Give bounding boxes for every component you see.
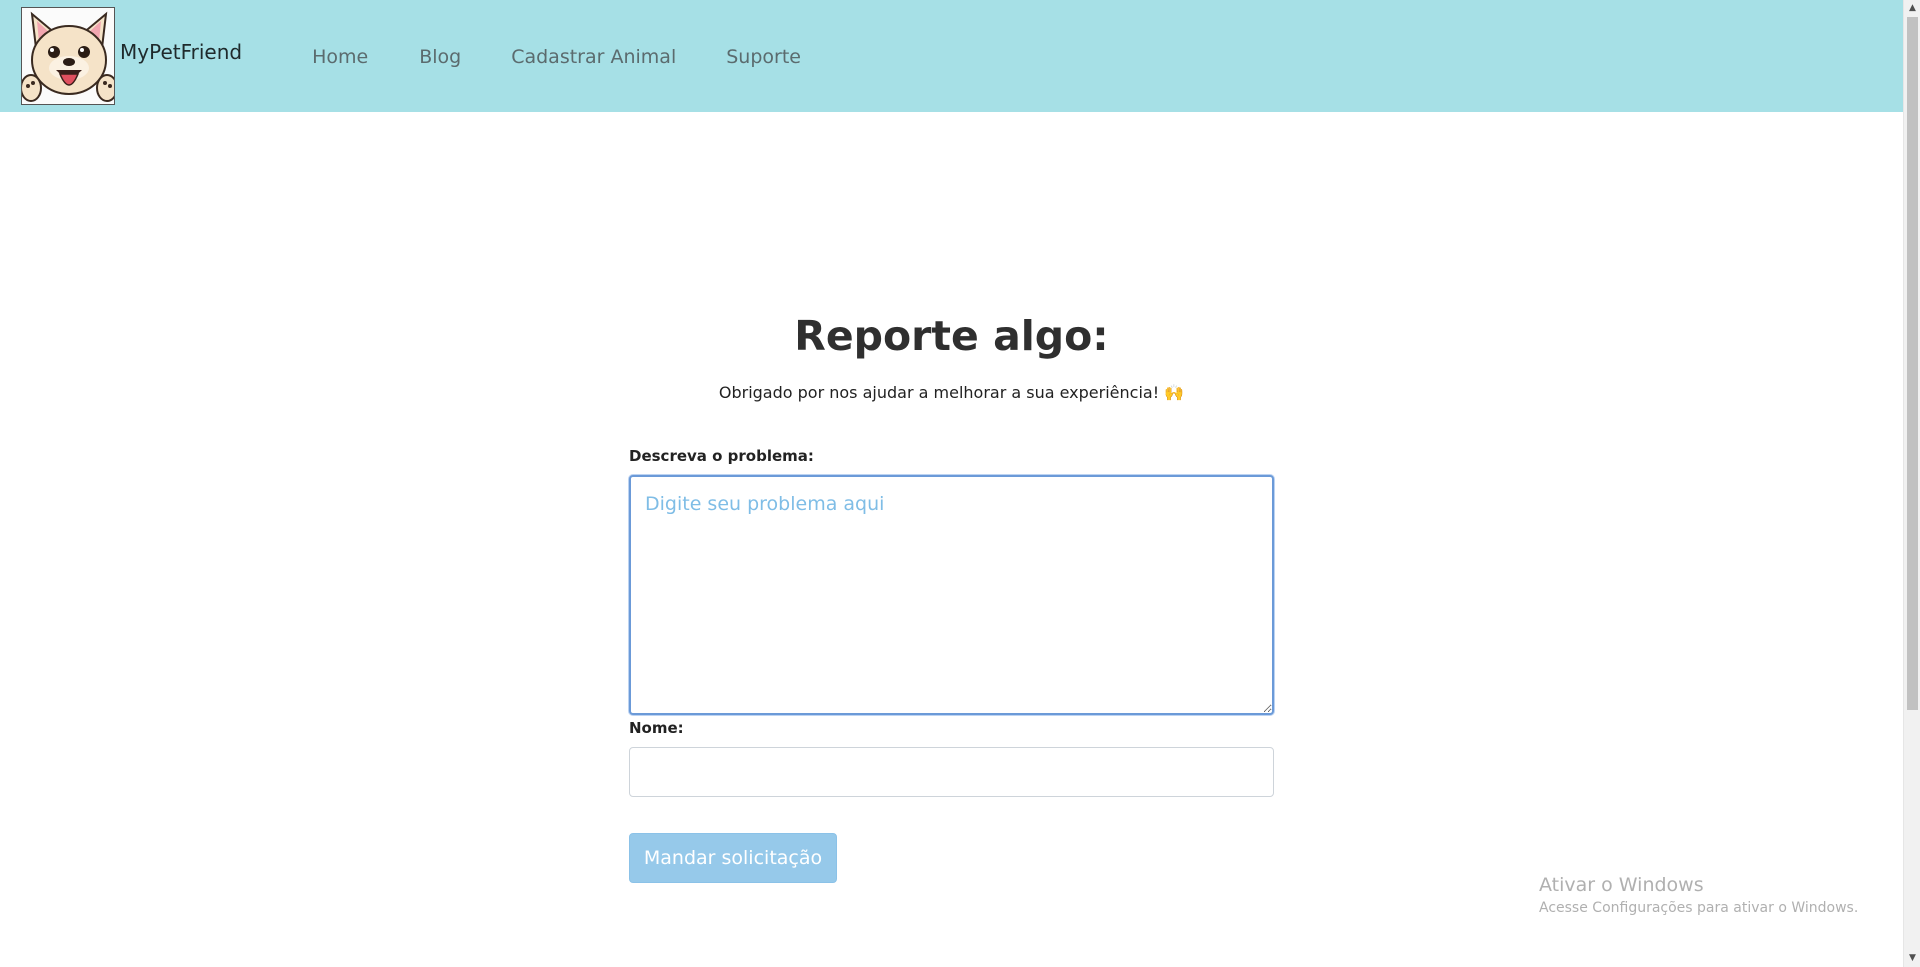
nav-link-home[interactable]: Home [312, 46, 368, 68]
vertical-scrollbar[interactable]: ▲ ▼ [1903, 0, 1920, 967]
nav-link-cadastrar-animal[interactable]: Cadastrar Animal [511, 46, 676, 68]
name-input[interactable] [629, 747, 1274, 797]
scroll-down-arrow-icon[interactable]: ▼ [1904, 950, 1920, 967]
watermark-title: Ativar o Windows [1539, 874, 1704, 896]
french-bulldog-logo-icon[interactable] [21, 7, 115, 105]
page-subtitle: Obrigado por nos ajudar a melhorar a sua… [718, 383, 1185, 402]
scroll-up-arrow-icon[interactable]: ▲ [1904, 0, 1920, 17]
main-nav: Home Blog Cadastrar Animal Suporte [312, 46, 851, 68]
watermark-subtitle: Acesse Configurações para ativar o Windo… [1539, 900, 1859, 916]
name-label: Nome: [629, 719, 684, 737]
submit-button[interactable]: Mandar solicitação [629, 833, 837, 883]
page-title: Reporte algo: [794, 312, 1109, 360]
brand-name[interactable]: MyPetFriend [120, 40, 242, 64]
nav-link-suporte[interactable]: Suporte [726, 46, 801, 68]
navbar: MyPetFriend Home Blog Cadastrar Animal S… [0, 0, 1903, 112]
scrollbar-thumb[interactable] [1907, 17, 1918, 710]
problem-textarea[interactable] [629, 475, 1274, 715]
report-form: Descreva o problema: Nome: Mandar solici… [629, 447, 1274, 883]
nav-link-blog[interactable]: Blog [419, 46, 461, 68]
brand[interactable]: MyPetFriend [21, 7, 242, 105]
windows-activation-watermark: Ativar o Windows Acesse Configurações pa… [1539, 874, 1858, 916]
problem-label: Descreva o problema: [629, 447, 814, 465]
